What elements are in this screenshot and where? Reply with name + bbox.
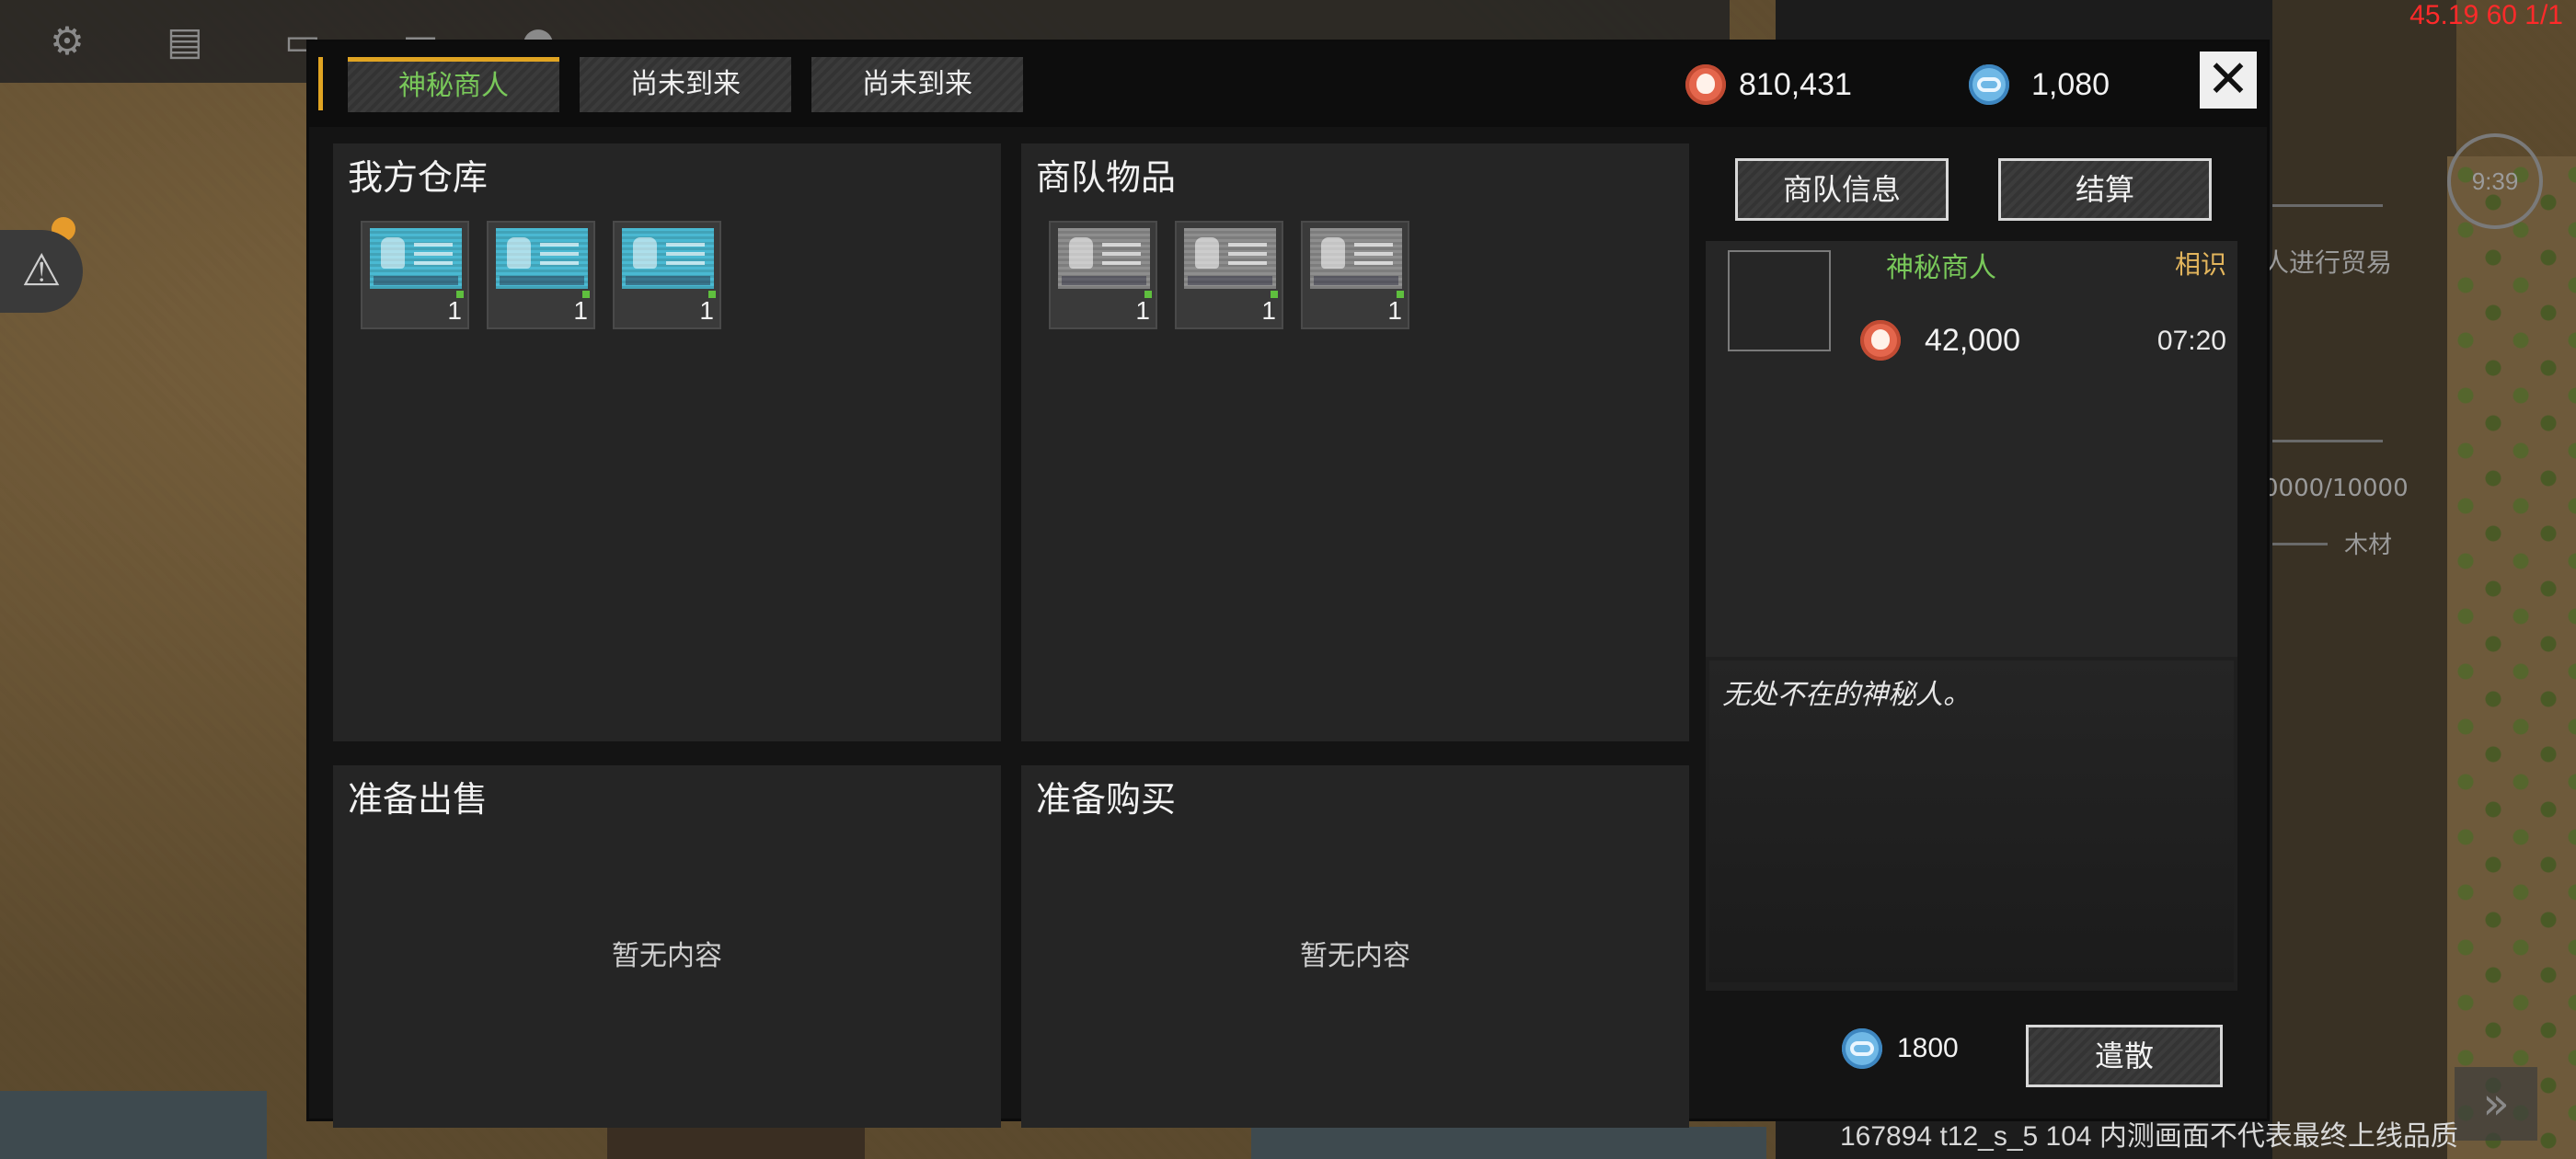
crop-field: [2447, 156, 2576, 1159]
gray-blueprint-card-icon: [1310, 228, 1402, 289]
sell-title: 准备出售: [348, 779, 489, 820]
gold-coin-icon: [1860, 320, 1901, 361]
side-progress-text: 0000/10000: [2263, 475, 2409, 502]
tab-mysterious-merchant[interactable]: 神秘商人: [348, 57, 559, 112]
cyan-blueprint-card-icon: [622, 228, 714, 289]
merchant-info-top: 神秘商人 相识 42,000 07:20: [1706, 241, 2237, 657]
gem-amount: 1,080: [2031, 66, 2110, 102]
divider: [2272, 204, 2383, 207]
tab-not-arrived-1[interactable]: 尚未到来: [580, 57, 791, 112]
caravan-title: 商队物品: [1036, 157, 1177, 198]
merchant-description: 无处不在的神秘人。: [1722, 679, 1971, 711]
machine-row: [1251, 1127, 1766, 1159]
caravan-item[interactable]: 1: [1049, 221, 1157, 329]
cyan-blueprint-card-icon: [496, 228, 588, 289]
caravan-item[interactable]: 1: [1175, 221, 1283, 329]
merchant-price-amount: 42,000: [1925, 322, 2020, 358]
warehouse-panel: 我方仓库 1 1 1: [333, 143, 1001, 741]
warehouse-item[interactable]: 1: [361, 221, 469, 329]
merchant-timer: 07:20: [2156, 326, 2226, 356]
merchant-price: 42,000: [1860, 320, 2020, 361]
merchant-name: 神秘商人: [1886, 252, 1996, 284]
merchant-description-box: 无处不在的神秘人。: [1709, 660, 2234, 982]
item-count: 1: [1261, 296, 1276, 325]
gem-currency: 1,080: [1969, 57, 2110, 112]
buy-panel: 准备购买 暂无内容: [1021, 765, 1689, 1128]
close-icon[interactable]: ✕: [2200, 52, 2257, 109]
item-count: 1: [1387, 296, 1402, 325]
fast-forward-icon[interactable]: »: [2455, 1067, 2537, 1141]
machine-row: [0, 1091, 267, 1159]
tab-bar: 神秘商人 尚未到来 尚未到来 810,431 1,080 ✕: [309, 42, 2267, 127]
dismiss-fee-amount: 1800: [1897, 1033, 1959, 1063]
dismiss-button[interactable]: 遣散: [2026, 1025, 2223, 1087]
gem-coin-icon: [1842, 1028, 1882, 1069]
gold-currency: 810,431: [1685, 57, 1852, 112]
tab-not-arrived-2[interactable]: 尚未到来: [811, 57, 1023, 112]
gear-icon[interactable]: ⚙: [44, 20, 90, 63]
caravan-item[interactable]: 1: [1301, 221, 1409, 329]
build-watermark: 167894 t12_s_5 104 内测画面不代表最终上线品质: [1840, 1121, 2458, 1152]
trade-dialog: 神秘商人 尚未到来 尚未到来 810,431 1,080 ✕ 我方仓库 1 1 …: [309, 42, 2267, 1128]
gold-amount: 810,431: [1739, 66, 1852, 102]
sell-panel: 准备出售 暂无内容: [333, 765, 1001, 1128]
gray-blueprint-card-icon: [1184, 228, 1276, 289]
item-count: 1: [1135, 296, 1150, 325]
side-text: 人进行贸易: [2263, 247, 2393, 278]
relation-status: 相识: [2174, 249, 2226, 280]
item-count: 1: [573, 296, 588, 325]
gray-blueprint-card-icon: [1058, 228, 1150, 289]
gold-coin-icon: [1685, 64, 1726, 105]
divider: [2272, 440, 2383, 442]
side-panel-overlay: [2272, 0, 2456, 1159]
side-clock[interactable]: 9:39: [2447, 133, 2543, 229]
gem-coin-icon: [1969, 64, 2009, 105]
warehouse-item[interactable]: 1: [487, 221, 595, 329]
merchant-info-box: 神秘商人 相识 42,000 07:20 无处不在的神秘人。: [1706, 241, 2237, 991]
warehouse-item[interactable]: 1: [613, 221, 721, 329]
merchant-portrait: [1728, 250, 1831, 351]
buy-title: 准备购买: [1036, 779, 1177, 820]
divider: [2272, 543, 2328, 545]
warning-icon[interactable]: ⚠: [0, 230, 83, 313]
item-count: 1: [447, 296, 462, 325]
fps-counter: 45.19 60 1/1: [2409, 0, 2563, 30]
sell-empty-text: 暂无内容: [612, 940, 722, 972]
buy-empty-text: 暂无内容: [1300, 940, 1410, 972]
cyan-blueprint-card-icon: [370, 228, 462, 289]
caravan-info-button[interactable]: 商队信息: [1735, 158, 1949, 221]
settle-button[interactable]: 结算: [1998, 158, 2212, 221]
side-resource-label: 木材: [2344, 532, 2393, 559]
warehouse-title: 我方仓库: [348, 157, 489, 198]
chat-icon[interactable]: ▤: [162, 20, 208, 63]
item-count: 1: [699, 296, 714, 325]
dismiss-fee: 1800: [1842, 1028, 1959, 1069]
caravan-panel: 商队物品 1 1 1: [1021, 143, 1689, 741]
tab-accent: [318, 57, 323, 110]
